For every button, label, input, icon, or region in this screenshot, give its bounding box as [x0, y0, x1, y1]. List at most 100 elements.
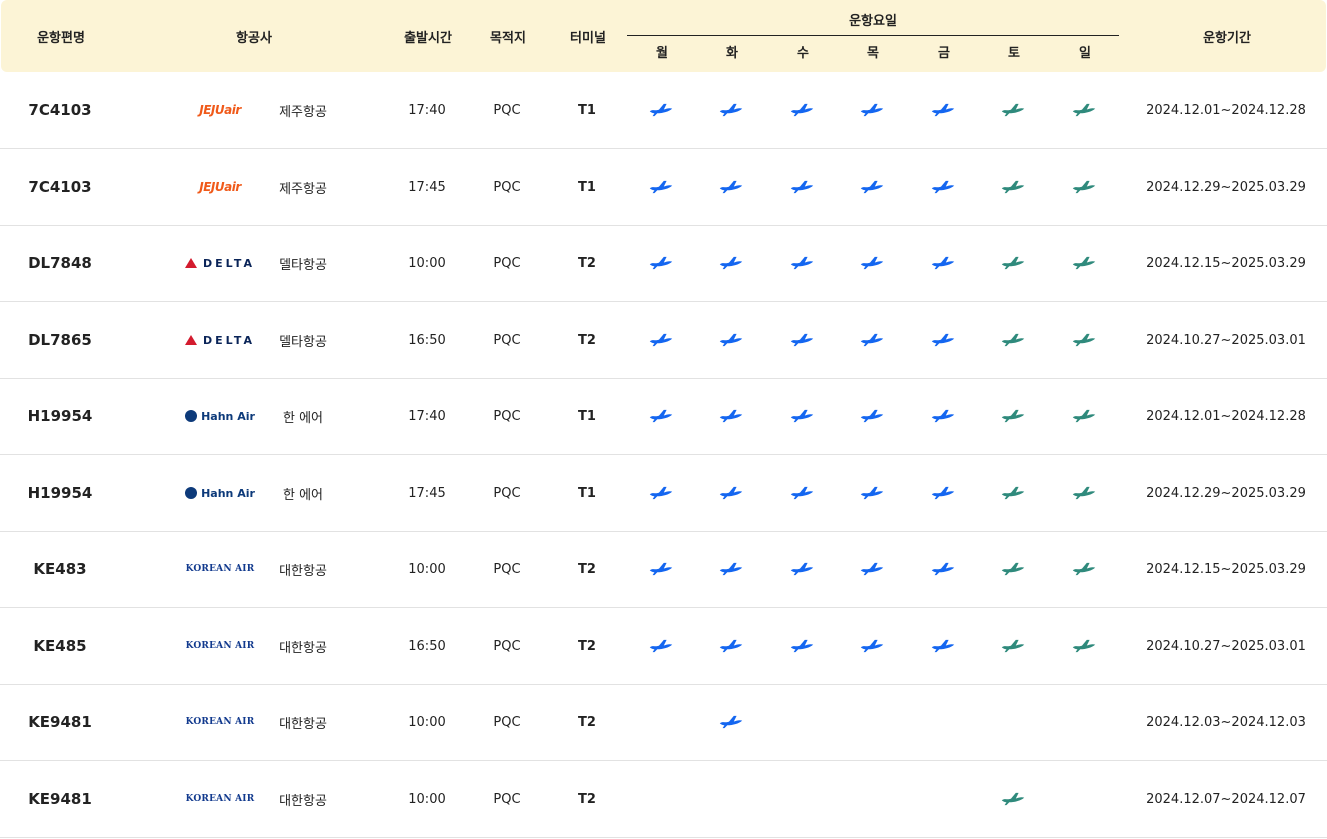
airplane-icon: [649, 409, 673, 423]
table-row: KE9481 KOREAN AIR 대한항공 10:00 PQC T2 2024.12.07…: [0, 761, 1327, 838]
airplane-icon: [790, 180, 814, 194]
airplane-icon: [1001, 333, 1025, 347]
header-days-group: 운항요일: [849, 14, 897, 29]
flight-number: DL7848: [28, 254, 92, 272]
airplane-icon: [649, 180, 673, 194]
flight-number: KE485: [33, 637, 87, 655]
destination: PQC: [493, 485, 521, 501]
airplane-icon: [649, 333, 673, 347]
airplane-icon: [1001, 256, 1025, 270]
airplane-icon: [931, 486, 955, 500]
operating-period: 2024.12.01~2024.12.28: [1146, 102, 1306, 118]
airplane-icon: [719, 409, 743, 423]
airplane-icon: [931, 639, 955, 653]
airline-logo-text: Hahn Air: [201, 486, 255, 500]
delta-triangle-icon: [185, 334, 197, 345]
airplane-icon: [1001, 180, 1025, 194]
airline-logo-text: KOREAN AIR: [185, 717, 255, 727]
destination: PQC: [493, 714, 521, 730]
departure-time: 17:40: [408, 408, 446, 424]
airplane-icon: [719, 562, 743, 576]
airplane-icon: [1072, 103, 1096, 117]
airplane-icon: [790, 333, 814, 347]
operating-period: 2024.10.27~2025.03.01: [1146, 638, 1306, 654]
airplane-icon: [790, 103, 814, 117]
table-row: H19954 Hahn Air 한 에어 17:40 PQC T1 2024.12.01~2…: [0, 378, 1327, 455]
operating-period: 2024.12.15~2025.03.29: [1146, 561, 1306, 577]
airplane-icon: [649, 103, 673, 117]
header-day-6: 일: [1079, 46, 1091, 61]
airline-name: 한 에어: [282, 487, 323, 503]
airline-name: 대한항공: [279, 716, 327, 732]
airplane-icon: [719, 103, 743, 117]
airplane-icon: [1072, 180, 1096, 194]
operating-period: 2024.12.07~2024.12.07: [1146, 791, 1306, 807]
operating-period: 2024.12.29~2025.03.29: [1146, 485, 1306, 501]
flight-number: H19954: [27, 407, 93, 425]
departure-time: 10:00: [408, 714, 446, 730]
airline-name: 제주항공: [279, 104, 327, 120]
departure-time: 17:45: [408, 485, 446, 501]
airline-logo-text: JEJUair: [199, 103, 241, 117]
airplane-icon: [931, 256, 955, 270]
hahn-air-emblem-icon: [185, 409, 198, 422]
header-day-4: 금: [938, 46, 950, 61]
airplane-icon: [649, 639, 673, 653]
airline-name: 대한항공: [279, 640, 327, 656]
table-row: KE485 KOREAN AIR 대한항공 16:50 PQC T2 2024.10.27~…: [0, 608, 1327, 685]
airplane-icon: [790, 562, 814, 576]
airline-name: 제주항공: [279, 181, 327, 197]
destination: PQC: [493, 561, 521, 577]
airplane-icon: [719, 486, 743, 500]
airline-logo-text: DELTA: [203, 333, 255, 347]
airline-name: 대한항공: [279, 793, 327, 809]
airline-logo: KOREAN AIR: [150, 761, 290, 837]
airline-name: 대한항공: [279, 563, 327, 579]
flight-number: DL7865: [28, 331, 92, 349]
destination: PQC: [493, 255, 521, 271]
airplane-icon: [860, 256, 884, 270]
airplane-icon: [1072, 486, 1096, 500]
airline-logo: Hahn Air: [150, 378, 290, 454]
table-row: H19954 Hahn Air 한 에어 17:45 PQC T1 2024.12.29~2…: [0, 455, 1327, 532]
operating-period: 2024.12.15~2025.03.29: [1146, 255, 1306, 271]
airplane-icon: [860, 562, 884, 576]
destination: PQC: [493, 638, 521, 654]
header-flight: 운항편명: [37, 30, 85, 46]
terminal: T2: [578, 791, 596, 807]
airline-name: 델타항공: [279, 257, 327, 273]
terminal: T2: [578, 561, 596, 577]
operating-period: 2024.12.03~2024.12.03: [1146, 714, 1306, 730]
airplane-icon: [790, 256, 814, 270]
flight-number: KE9481: [28, 713, 92, 731]
airline-logo: Hahn Air: [150, 455, 290, 531]
table-row: DL7865 DELTA 델타항공 16:50 PQC T2 2024.10.27~2025…: [0, 302, 1327, 379]
airline-logo-text: JEJUair: [199, 180, 241, 194]
airplane-icon: [860, 103, 884, 117]
flight-number: KE483: [33, 560, 87, 578]
terminal: T1: [578, 408, 596, 424]
table-row: 7C4103 JEJUair 제주항공 17:45 PQC T1 2024.12.29~20…: [0, 149, 1327, 226]
airplane-icon: [719, 639, 743, 653]
departure-time: 10:00: [408, 561, 446, 577]
airplane-icon: [649, 562, 673, 576]
airplane-icon: [1072, 409, 1096, 423]
operating-period: 2024.12.29~2025.03.29: [1146, 179, 1306, 195]
terminal: T2: [578, 332, 596, 348]
airline-logo-text: KOREAN AIR: [185, 641, 255, 651]
destination: PQC: [493, 791, 521, 807]
airplane-icon: [1001, 486, 1025, 500]
flight-number: 7C4103: [28, 101, 92, 119]
departure-time: 10:00: [408, 791, 446, 807]
terminal: T2: [578, 255, 596, 271]
airplane-icon: [1001, 792, 1025, 806]
operating-period: 2024.10.27~2025.03.01: [1146, 332, 1306, 348]
airline-logo: JEJUair: [150, 149, 290, 225]
header-day-0: 월: [656, 46, 668, 61]
airline-logo-text: Hahn Air: [201, 409, 255, 423]
header-period: 운항기간: [1203, 30, 1251, 46]
departure-time: 16:50: [408, 638, 446, 654]
delta-triangle-icon: [185, 257, 197, 268]
header-destination: 목적지: [490, 30, 526, 46]
header-departure: 출발시간: [404, 30, 452, 46]
